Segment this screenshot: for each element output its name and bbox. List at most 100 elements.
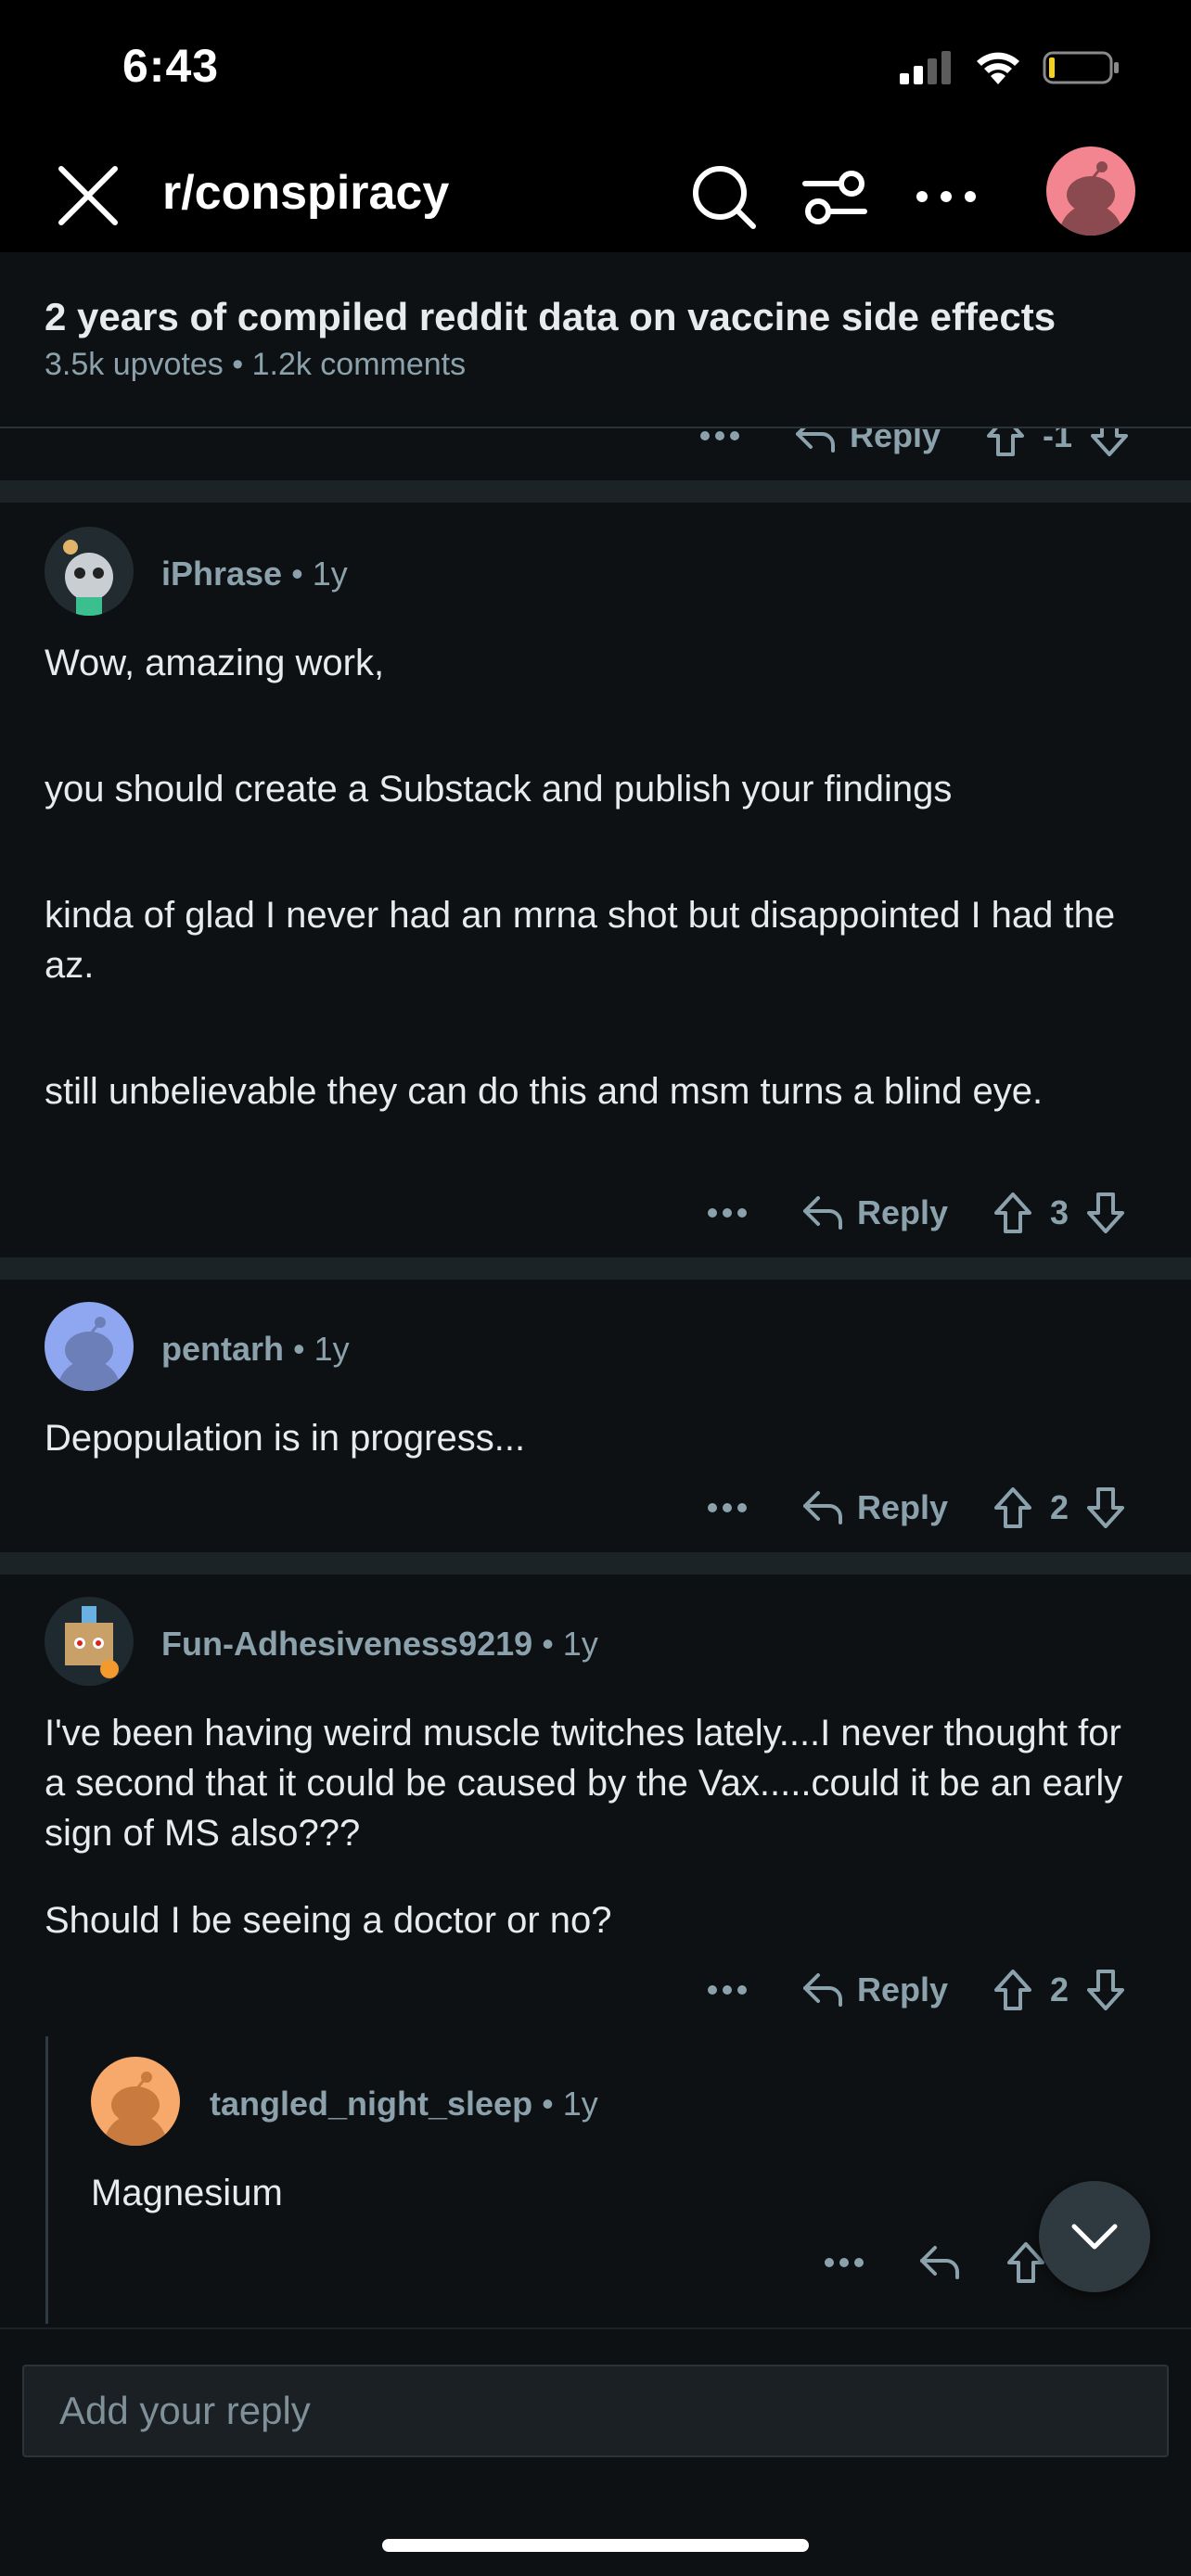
comment-paragraph: kinda of glad I never had an mrna shot b… (45, 895, 1116, 986)
partial-comment: Reply -1 (0, 428, 1191, 480)
more-icon (708, 1208, 747, 1218)
comment-actions (807, 2235, 1046, 2290)
reply-icon (803, 1973, 842, 2007)
reply-input[interactable] (22, 2365, 1169, 2457)
comment-paragraph: still unbelievable they can do this and … (45, 1071, 1044, 1112)
vote-controls: 3 (992, 1191, 1126, 1235)
status-icons (900, 45, 1121, 91)
home-indicator[interactable] (382, 2539, 809, 2552)
upvote-icon[interactable] (992, 1968, 1033, 2012)
age-text: 1y (314, 1330, 350, 1368)
reply-icon (803, 1491, 842, 1524)
vote-controls: -1 (985, 428, 1130, 458)
signal-icon (900, 51, 951, 84)
vote-score: 2 (1050, 1970, 1069, 2009)
reply-button[interactable]: Reply (794, 428, 941, 455)
comment-body: I've been having weird muscle twitches l… (45, 1708, 1139, 1945)
vote-controls: 2 (992, 1486, 1126, 1530)
reply-icon (803, 1196, 842, 1230)
username-text[interactable]: iPhrase (161, 555, 282, 593)
vote-controls: 2 (992, 1968, 1126, 2012)
comment-body: Magnesium (91, 2168, 1018, 2218)
age-text: 1y (312, 555, 348, 593)
comment-username[interactable]: Fun-Adhesiveness9219 • 1y (161, 1625, 598, 1664)
avatar[interactable] (91, 2057, 180, 2146)
post-meta: 3.5k upvotes • 1.2k comments (45, 347, 467, 382)
comment-username[interactable]: iPhrase • 1y (161, 555, 348, 593)
downvote-icon[interactable] (1085, 1968, 1126, 2012)
reply-icon (920, 2246, 959, 2279)
status-time: 6:43 (122, 40, 220, 92)
avatar[interactable] (45, 1597, 134, 1686)
close-icon[interactable] (56, 163, 121, 228)
comment-age: • 1y (542, 1625, 598, 1663)
separator (0, 480, 1191, 503)
more-icon (708, 1985, 747, 1995)
more-icon (825, 2258, 864, 2267)
comment-body: Wow, amazing work, you should create a S… (45, 638, 1158, 1116)
comment-username[interactable]: pentarh • 1y (161, 1330, 350, 1369)
reply-button[interactable]: Reply (801, 1193, 948, 1232)
reply-label: Reply (857, 1193, 949, 1231)
reply-icon (796, 428, 835, 453)
upvote-icon[interactable] (992, 1191, 1033, 1235)
filter-icon[interactable] (798, 159, 872, 234)
avatar[interactable] (45, 527, 134, 616)
comment-actions: Reply 3 (690, 1185, 1126, 1241)
comment-paragraph: you should create a Substack and publish… (45, 769, 953, 810)
comment-actions: Reply 2 (690, 1962, 1126, 2018)
comment-more-button[interactable] (690, 1502, 764, 1513)
more-icon (708, 1503, 747, 1512)
comment-age: • 1y (542, 2085, 598, 2123)
comment-paragraph: Wow, amazing work, (45, 643, 385, 683)
separator (0, 1552, 1191, 1575)
vote-score: 3 (1050, 1193, 1069, 1231)
more-icon (700, 431, 739, 440)
downvote-icon[interactable] (1085, 1191, 1126, 1235)
post-title: 2 years of compiled reddit data on vacci… (45, 295, 1057, 338)
search-icon[interactable] (686, 159, 761, 234)
comment-age: • 1y (293, 1330, 350, 1368)
chevron-down-icon (1071, 2224, 1118, 2250)
age-text: 1y (562, 2085, 598, 2123)
reply-label: Reply (857, 1970, 949, 2009)
age-text: 1y (562, 1625, 598, 1663)
comment-more-button[interactable] (690, 1984, 764, 1996)
subreddit-name[interactable]: r/conspiracy (162, 163, 449, 223)
comment-body: Depopulation is in progress... (45, 1413, 1158, 1463)
scroll-down-button[interactable] (1039, 2181, 1150, 2292)
vote-score: -1 (1043, 428, 1073, 454)
more-icon[interactable] (909, 159, 983, 234)
separator (0, 1257, 1191, 1280)
upvote-icon[interactable] (992, 1486, 1033, 1530)
comment-more-button[interactable] (683, 430, 757, 441)
username-text[interactable]: Fun-Adhesiveness9219 (161, 1625, 532, 1663)
post-header[interactable] (0, 252, 1191, 428)
comment-age: • 1y (291, 555, 348, 593)
comment-more-button[interactable] (690, 1207, 764, 1218)
username-text[interactable]: pentarh (161, 1330, 284, 1368)
thread-line[interactable] (45, 2036, 48, 2324)
upvote-icon[interactable] (985, 428, 1026, 458)
battery-icon (1043, 51, 1119, 84)
downvote-icon[interactable] (1085, 1486, 1126, 1530)
wifi-icon (977, 52, 1019, 84)
reply-button[interactable]: Reply (801, 1970, 948, 2009)
reply-label: Reply (850, 428, 941, 454)
comment-actions: Reply 2 (690, 1480, 1126, 1536)
comment-paragraph: Depopulation is in progress... (45, 1418, 526, 1459)
comment-more-button[interactable] (807, 2257, 881, 2268)
user-avatar[interactable] (1046, 147, 1135, 236)
vote-score: 2 (1050, 1488, 1069, 1526)
downvote-icon[interactable] (1089, 428, 1130, 458)
comment-username[interactable]: tangled_night_sleep • 1y (210, 2085, 598, 2123)
comment-paragraph: Should I be seeing a doctor or no? (45, 1900, 612, 1941)
comment-paragraph: Magnesium (91, 2173, 283, 2213)
reply-button[interactable] (918, 2244, 961, 2281)
avatar[interactable] (45, 1302, 134, 1391)
reply-button[interactable]: Reply (801, 1488, 948, 1527)
username-text[interactable]: tangled_night_sleep (210, 2085, 532, 2123)
comment-paragraph: I've been having weird muscle twitches l… (45, 1713, 1123, 1854)
reply-label: Reply (857, 1488, 949, 1526)
home-area (0, 2476, 1191, 2576)
